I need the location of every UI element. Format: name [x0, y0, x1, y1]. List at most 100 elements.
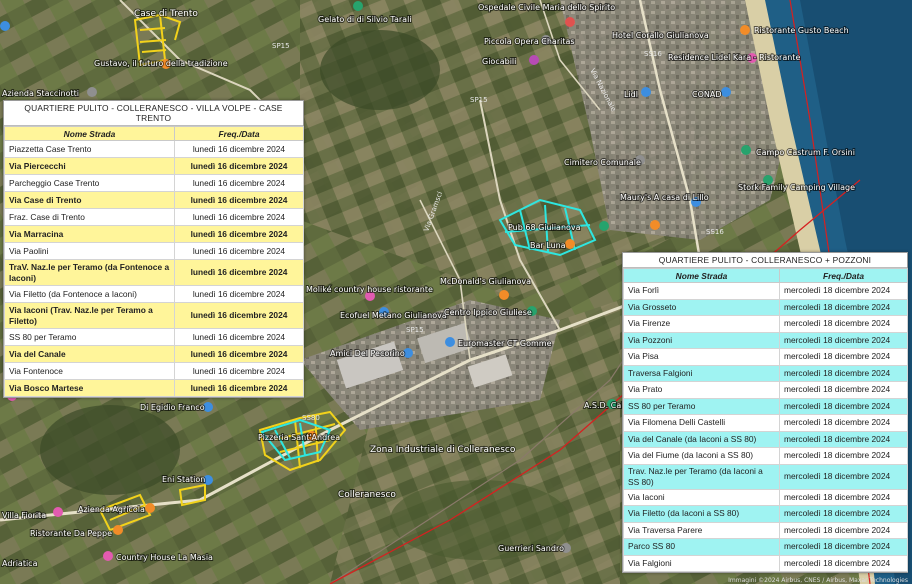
park-icon[interactable] [353, 1, 363, 11]
table-row: TraV. Naz.le per Teramo (da Fontenoce a … [4, 259, 304, 286]
street-name-cell: Parcheggio Case Trento [4, 174, 175, 192]
street-name-cell: Via del Fiume (da Iaconi a SS 80) [623, 447, 780, 465]
label-ospedale: Ospedale Civile Maria dello Spirito [478, 3, 615, 12]
road-label-sp15: SP15 [470, 96, 488, 104]
date-cell: lunedì 16 dicembre 2024 [174, 328, 304, 346]
table-row: Via Fontenoce lunedì 16 dicembre 2024 [4, 362, 304, 380]
label-zona-industriale: Zona Industriale di Colleranesco [370, 445, 516, 455]
restaurant-icon[interactable] [499, 290, 509, 300]
park-icon[interactable] [599, 221, 609, 231]
label-di-egidio: Di Egidio Franco [140, 403, 205, 412]
label-pub: Pub 68 Giulianova [508, 223, 581, 232]
label-villa-fiorita: Villa Fiorita [2, 511, 46, 520]
table-row: Via Grosseto mercoledì 18 dicembre 2024 [623, 298, 908, 316]
table-row: Via Filetto (da Fontenoce a Iaconi) luned… [4, 285, 304, 303]
table-row: Via Traversa Parere mercoledì 18 dicembre… [623, 521, 908, 539]
left-schedule-table: Nome Strada Freq./Data Piazzetta Case Tr… [4, 126, 304, 397]
street-name-cell: Via Pozzoni [623, 331, 780, 349]
date-cell: lunedì 16 dicembre 2024 [174, 208, 304, 226]
woodland [40, 405, 180, 495]
date-cell: mercoledì 18 dicembre 2024 [779, 282, 908, 300]
road-label-sp15: SP15 [406, 326, 424, 334]
label-maurys: Maury's A casa di Lillo [620, 193, 709, 202]
hospital-icon[interactable] [565, 17, 575, 27]
table-row: Via Iaconi mercoledì 18 dicembre 2024 [623, 488, 908, 506]
column-header-street: Nome Strada [623, 268, 780, 283]
label-azienda-staccinotti: Azienda Staccinotti [2, 89, 79, 98]
label-hotel-corallo: Hotel Corallo Giulianova [612, 31, 709, 40]
table-row: Via Paolini lunedì 16 dicembre 2024 [4, 242, 304, 260]
table-row: Via del Fiume (da Iaconi a SS 80) mercole… [623, 447, 908, 465]
date-cell: lunedì 16 dicembre 2024 [174, 157, 304, 175]
hotel-icon[interactable] [53, 507, 63, 517]
table-header-row: Nome Strada Freq./Data [4, 126, 304, 141]
table-row: Via Filetto (da Iaconi a SS 80) mercoledì… [623, 505, 908, 523]
date-cell: mercoledì 18 dicembre 2024 [779, 538, 908, 556]
date-cell: lunedì 16 dicembre 2024 [174, 140, 304, 158]
label-cimitero: Cimitero Comunale [564, 158, 641, 167]
street-name-cell: Via Traversa Parere [623, 521, 780, 539]
date-cell: mercoledì 18 dicembre 2024 [779, 447, 908, 465]
date-cell: lunedì 16 dicembre 2024 [174, 345, 304, 363]
date-cell: lunedì 16 dicembre 2024 [174, 302, 304, 329]
date-cell: lunedì 16 dicembre 2024 [174, 225, 304, 243]
restaurant-icon[interactable] [740, 25, 750, 35]
label-stork-family: Stork Family Camping Village [738, 183, 855, 192]
shop-icon[interactable] [529, 55, 539, 65]
street-name-cell: Via Prato [623, 381, 780, 399]
right-schedule-title: QUARTIERE PULITO - COLLERANESCO + POZZON… [623, 253, 907, 268]
table-row: Trav. Naz.le per Teramo (da Iaconi a SS … [623, 463, 908, 490]
left-schedule-title: QUARTIERE PULITO - COLLERANESCO - VILLA … [4, 101, 303, 126]
table-row: Via Iaconi (Trav. Naz.le per Teramo a Fi… [4, 302, 304, 329]
street-name-cell: Via Grosseto [623, 298, 780, 316]
right-schedule-panel: QUARTIERE PULITO - COLLERANESCO + POZZON… [622, 252, 908, 573]
restaurant-icon[interactable] [145, 503, 155, 513]
map-attribution: Immagini ©2024 Airbus, CNES / Airbus, Ma… [728, 577, 908, 584]
date-cell: mercoledì 18 dicembre 2024 [779, 364, 908, 382]
street-name-cell: Piazzetta Case Trento [4, 140, 175, 158]
road-label-sp15: SP15 [272, 42, 290, 50]
street-name-cell: Via Filomena Delli Castelli [623, 414, 780, 432]
label-azienda-agricola: Azienda Agricola [78, 505, 145, 514]
business-icon[interactable] [87, 87, 97, 97]
date-cell: mercoledì 18 dicembre 2024 [779, 521, 908, 539]
date-cell: mercoledì 18 dicembre 2024 [779, 381, 908, 399]
street-name-cell: Traversa Falgioni [623, 364, 780, 382]
car-repair-icon[interactable] [445, 337, 455, 347]
table-row: Via Case di Trento lunedì 16 dicembre 202… [4, 191, 304, 209]
table-row: Via Pisa mercoledì 18 dicembre 2024 [623, 348, 908, 366]
date-cell: mercoledì 18 dicembre 2024 [779, 298, 908, 316]
street-name-cell: Via Pisa [623, 348, 780, 366]
restaurant-icon[interactable] [650, 220, 660, 230]
table-row: Via Piercecchi lunedì 16 dicembre 2024 [4, 157, 304, 175]
street-name-cell: TraV. Naz.le per Teramo (da Fontenoce a … [4, 259, 175, 286]
label-gustavo: Gustavo, il futuro della tradizione [94, 59, 228, 68]
date-cell: mercoledì 18 dicembre 2024 [779, 430, 908, 448]
camping-icon[interactable] [741, 145, 751, 155]
cafe-icon[interactable] [565, 239, 575, 249]
date-cell: mercoledì 18 dicembre 2024 [779, 331, 908, 349]
table-header-row: Nome Strada Freq./Data [623, 268, 908, 283]
street-name-cell: Via Firenze [623, 315, 780, 333]
date-cell: lunedì 16 dicembre 2024 [174, 379, 304, 397]
table-row: Via Prato mercoledì 18 dicembre 2024 [623, 381, 908, 399]
road-label-ss80: SS80 [302, 414, 320, 422]
table-row: Fraz. Case di Trento lunedì 16 dicembre 2… [4, 208, 304, 226]
shopping-icon[interactable] [721, 87, 731, 97]
left-schedule-panel: QUARTIERE PULITO - COLLERANESCO - VILLA … [3, 100, 304, 398]
woodland [320, 30, 440, 110]
shopping-icon[interactable] [641, 87, 651, 97]
street-name-cell: Via Fontenoce [4, 362, 175, 380]
shopping-icon[interactable] [0, 21, 10, 31]
hotel-icon[interactable] [103, 551, 113, 561]
date-cell: lunedì 16 dicembre 2024 [174, 362, 304, 380]
street-name-cell: Via Marracina [4, 225, 175, 243]
restaurant-icon[interactable] [113, 525, 123, 535]
table-row: Via del Canale lunedì 16 dicembre 2024 [4, 345, 304, 363]
column-header-street: Nome Strada [4, 126, 175, 141]
street-name-cell: Parco SS 80 [623, 538, 780, 556]
label-eni-station: Eni Station [162, 475, 205, 484]
date-cell: mercoledì 18 dicembre 2024 [779, 348, 908, 366]
label-mcdonalds: McDonald's Giulianova [440, 277, 531, 286]
table-row: Via Falgioni mercoledì 18 dicembre 2024 [623, 554, 908, 572]
